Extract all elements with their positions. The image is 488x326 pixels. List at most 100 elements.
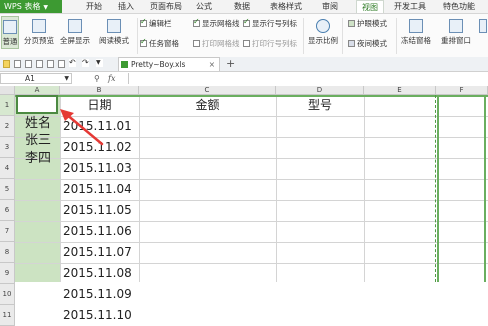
date-cell[interactable]: 2015.11.04 xyxy=(63,179,132,200)
date-cell[interactable]: 2015.11.07 xyxy=(63,242,132,263)
page-break-preview-button[interactable]: 分页预览 xyxy=(22,19,56,46)
row-header[interactable]: 4 xyxy=(0,158,15,179)
freeze-panes-button[interactable]: 冻结窗格 xyxy=(399,19,433,46)
document-tab-name: Pretty~Boy.xls xyxy=(131,60,186,69)
rearrange-windows-button[interactable]: 重排窗口 xyxy=(436,19,476,46)
print-headers-label: 打印行号列标 xyxy=(252,39,297,48)
column-header-a[interactable]: A xyxy=(15,86,60,95)
row-header[interactable]: 1 xyxy=(0,95,15,116)
ribbon-divider xyxy=(137,18,138,54)
print-preview-icon[interactable] xyxy=(36,60,43,68)
cell-reference: A1 xyxy=(25,74,35,83)
selected-cell-a1[interactable] xyxy=(16,95,58,114)
rearrange-windows-label: 重排窗口 xyxy=(441,36,471,45)
normal-view-button[interactable]: 普通 xyxy=(1,16,19,49)
cell-d1[interactable]: 型号 xyxy=(276,95,364,116)
insert-function-icon[interactable]: fx xyxy=(108,73,115,85)
eye-protect-toggle[interactable]: 护眼模式 xyxy=(348,18,387,29)
close-tab-icon[interactable]: × xyxy=(209,58,215,71)
print-gridlines-checkbox[interactable]: 打印网格线 xyxy=(193,38,240,49)
checkbox-icon xyxy=(140,37,147,47)
gridline xyxy=(364,95,365,282)
page-break-label: 分页预览 xyxy=(24,36,54,45)
magnifier-icon xyxy=(316,19,330,33)
column-header-e[interactable]: E xyxy=(364,86,436,95)
row-header[interactable]: 7 xyxy=(0,221,15,242)
more-ribbon-button[interactable] xyxy=(478,19,488,35)
page-break-line xyxy=(484,95,486,282)
formula-input[interactable] xyxy=(128,73,488,84)
checkbox-icon xyxy=(193,17,200,27)
row-header[interactable]: 6 xyxy=(0,200,15,221)
app-name: WPS 表格 xyxy=(4,2,41,11)
row-header[interactable]: 2 xyxy=(0,116,15,137)
date-cell[interactable]: 2015.11.06 xyxy=(63,221,132,242)
tab-view[interactable]: 视图 xyxy=(356,0,384,13)
customize-toolbar-icon[interactable]: ▼ xyxy=(96,59,103,67)
chevron-down-icon: ▼ xyxy=(64,75,69,82)
print-icon[interactable] xyxy=(25,60,32,68)
column-header-c[interactable]: C xyxy=(139,86,276,95)
formula-bar: A1 ▼ ⚲ fx xyxy=(0,72,488,87)
save-icon[interactable] xyxy=(14,60,21,68)
folder-icon[interactable] xyxy=(3,60,10,68)
document-tab[interactable]: Pretty~Boy.xls × xyxy=(118,57,220,71)
tab-home[interactable]: 开始 xyxy=(80,0,108,13)
tab-data[interactable]: 数据 xyxy=(228,0,256,13)
paste-icon[interactable] xyxy=(58,60,65,68)
edit-bar-label: 编辑栏 xyxy=(149,19,172,28)
moon-icon xyxy=(348,40,355,47)
checkbox-icon xyxy=(243,40,250,47)
select-all-corner[interactable] xyxy=(0,86,15,95)
date-cell[interactable]: 2015.11.03 xyxy=(63,158,132,179)
new-tab-icon[interactable]: + xyxy=(226,57,235,71)
tab-page-layout[interactable]: 页面布局 xyxy=(146,0,186,13)
cell-a4[interactable]: 李四 xyxy=(25,148,51,169)
edit-bar-checkbox[interactable]: 编辑栏 xyxy=(140,17,172,29)
freeze-panes-label: 冻结窗格 xyxy=(401,36,431,45)
row-header[interactable]: 9 xyxy=(0,263,15,284)
print-headers-checkbox[interactable]: 打印行号列标 xyxy=(243,38,297,49)
page-break-icon xyxy=(32,19,46,33)
row-header[interactable]: 5 xyxy=(0,179,15,200)
show-headers-checkbox[interactable]: 显示行号列标 xyxy=(243,17,297,29)
tab-special[interactable]: 特色功能 xyxy=(436,0,482,13)
menu-bar: WPS 表格 ▼ 开始 插入 页面布局 公式 数据 表格样式 审阅 视图 开发工具… xyxy=(0,0,488,14)
tab-developer[interactable]: 开发工具 xyxy=(390,0,430,13)
task-pane-checkbox[interactable]: 任务窗格 xyxy=(140,37,179,49)
undo-icon[interactable]: ↶ xyxy=(69,59,76,67)
date-cell[interactable]: 2015.11.08 xyxy=(63,263,132,284)
cell-c1[interactable]: 金额 xyxy=(139,95,276,116)
ribbon-divider xyxy=(303,18,304,54)
row-header[interactable]: 10 xyxy=(0,284,15,305)
full-screen-button[interactable]: 全屏显示 xyxy=(58,19,92,46)
chevron-down-icon: ▼ xyxy=(43,4,48,11)
show-headers-label: 显示行号列标 xyxy=(252,19,297,28)
night-mode-toggle[interactable]: 夜间模式 xyxy=(348,38,387,49)
tab-formula[interactable]: 公式 xyxy=(190,0,218,13)
row-header[interactable]: 11 xyxy=(0,305,15,326)
reading-mode-button[interactable]: 阅读模式 xyxy=(94,19,134,46)
column-header-b[interactable]: B xyxy=(60,86,139,95)
date-cell[interactable]: 2015.11.10 xyxy=(63,305,132,326)
column-header-f[interactable]: F xyxy=(436,86,488,95)
page-break-line xyxy=(437,95,439,282)
row-header[interactable]: 3 xyxy=(0,137,15,158)
eye-icon xyxy=(348,20,355,27)
tab-table-style[interactable]: 表格样式 xyxy=(266,0,306,13)
column-header-d[interactable]: D xyxy=(276,86,364,95)
spreadsheet-file-icon xyxy=(121,61,128,68)
name-box[interactable]: A1 ▼ xyxy=(0,73,72,84)
zoom-ratio-button[interactable]: 显示比例 xyxy=(306,19,340,46)
app-menu-button[interactable]: WPS 表格 ▼ xyxy=(0,0,62,13)
tab-review[interactable]: 审阅 xyxy=(316,0,344,13)
row-header[interactable]: 8 xyxy=(0,242,15,263)
date-cell[interactable]: 2015.11.05 xyxy=(63,200,132,221)
print-gridlines-label: 打印网格线 xyxy=(202,39,240,48)
magnifier-icon[interactable]: ⚲ xyxy=(94,73,100,85)
show-gridlines-checkbox[interactable]: 显示网格线 xyxy=(193,17,240,29)
copy-icon[interactable] xyxy=(47,60,54,68)
redo-icon[interactable]: ↷ xyxy=(82,59,89,67)
date-cell[interactable]: 2015.11.09 xyxy=(63,284,132,305)
tab-insert[interactable]: 插入 xyxy=(112,0,140,13)
